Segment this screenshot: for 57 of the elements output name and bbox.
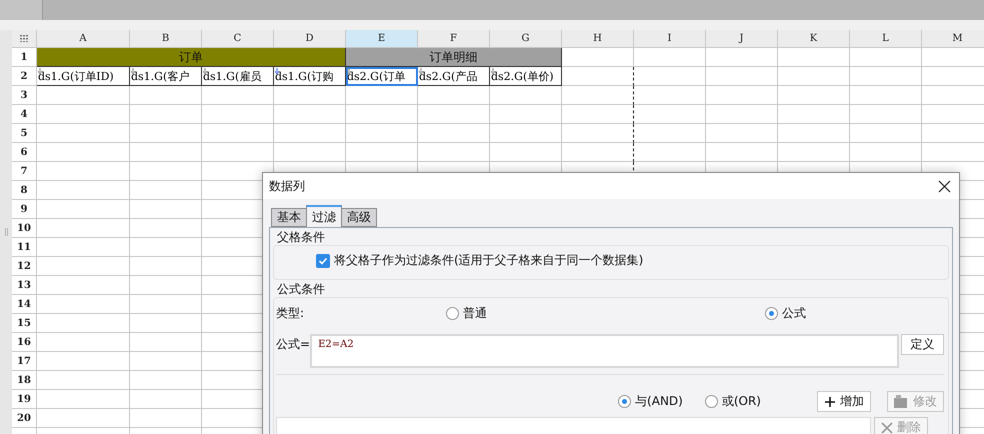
tab[interactable]: 高级 xyxy=(341,208,377,227)
data-cell[interactable]: ds2.G(产品 xyxy=(418,67,490,86)
column-header[interactable]: E xyxy=(346,30,418,48)
row-header[interactable]: 13 xyxy=(12,276,37,295)
column-header[interactable]: A xyxy=(37,30,130,48)
row-header[interactable]: 5 xyxy=(12,124,37,143)
column-header[interactable]: B xyxy=(130,30,202,48)
row-header[interactable]: 10 xyxy=(12,219,37,238)
column-header[interactable]: K xyxy=(778,30,850,48)
row-header[interactable]: 4 xyxy=(12,105,37,124)
column-header[interactable]: L xyxy=(850,30,922,48)
merged-header-cell: 订单 xyxy=(37,48,346,67)
row-header[interactable]: 15 xyxy=(12,314,37,333)
data-cell[interactable]: ds1.G(客户 xyxy=(130,67,202,86)
row-header[interactable]: 7 xyxy=(12,162,37,181)
data-cell[interactable]: ds2.G(订单 xyxy=(346,67,418,86)
radio-label: 普通 xyxy=(463,304,487,322)
column-header[interactable]: H xyxy=(562,30,634,48)
column-header[interactable]: F xyxy=(418,30,490,48)
radio-label: 与(AND) xyxy=(635,393,683,410)
merged-header-cell: 订单明细 xyxy=(346,48,562,67)
define-button[interactable]: 定义 xyxy=(901,334,944,355)
row-header[interactable]: 6 xyxy=(12,143,37,162)
row-header[interactable]: 8 xyxy=(12,181,37,200)
data-cell[interactable]: ds1.G(订购 xyxy=(274,67,346,86)
column-header[interactable]: M xyxy=(922,30,984,48)
data-cell[interactable]: ds1.G(雇员 xyxy=(202,67,274,86)
dialog-title: 数据列 xyxy=(269,178,305,194)
add-button[interactable]: 增加 xyxy=(817,391,871,412)
column-header[interactable]: I xyxy=(634,30,706,48)
data-cell[interactable]: ds1.G(订单ID) xyxy=(37,67,130,86)
radio-label: 或(OR) xyxy=(722,393,761,410)
formula-label: 公式= xyxy=(276,336,310,353)
type-label: 类型: xyxy=(276,304,306,322)
row-header[interactable]: 1 xyxy=(12,48,37,67)
data-cell[interactable]: ds2.G(单价) xyxy=(490,67,562,86)
column-header[interactable]: G xyxy=(490,30,562,48)
column-header[interactable]: D xyxy=(274,30,346,48)
row-header[interactable]: 20 xyxy=(12,409,37,428)
row-header[interactable]: 2 xyxy=(12,67,37,86)
row-header[interactable]: 19 xyxy=(12,390,37,409)
formula-field[interactable]: E2=A2 xyxy=(310,334,899,368)
row-header[interactable]: 9 xyxy=(12,200,37,219)
section-title: 公式条件 xyxy=(276,282,326,296)
section-title: 父格条件 xyxy=(276,230,326,244)
row-header[interactable]: 3 xyxy=(12,86,37,105)
column-header[interactable]: C xyxy=(202,30,274,48)
column-header[interactable]: J xyxy=(706,30,778,48)
checkbox-label: 将父格子作为过滤条件(适用于父子格来自于同一个数据集) xyxy=(334,252,644,269)
row-header[interactable]: 18 xyxy=(12,371,37,390)
radio-label: 公式 xyxy=(782,304,806,322)
tab[interactable]: 基本 xyxy=(271,208,307,227)
row-header[interactable]: 14 xyxy=(12,295,37,314)
row-header[interactable]: 17 xyxy=(12,352,37,371)
row-header[interactable]: 11 xyxy=(12,238,37,257)
row-header[interactable]: 16 xyxy=(12,333,37,352)
row-header[interactable]: 12 xyxy=(12,257,37,276)
